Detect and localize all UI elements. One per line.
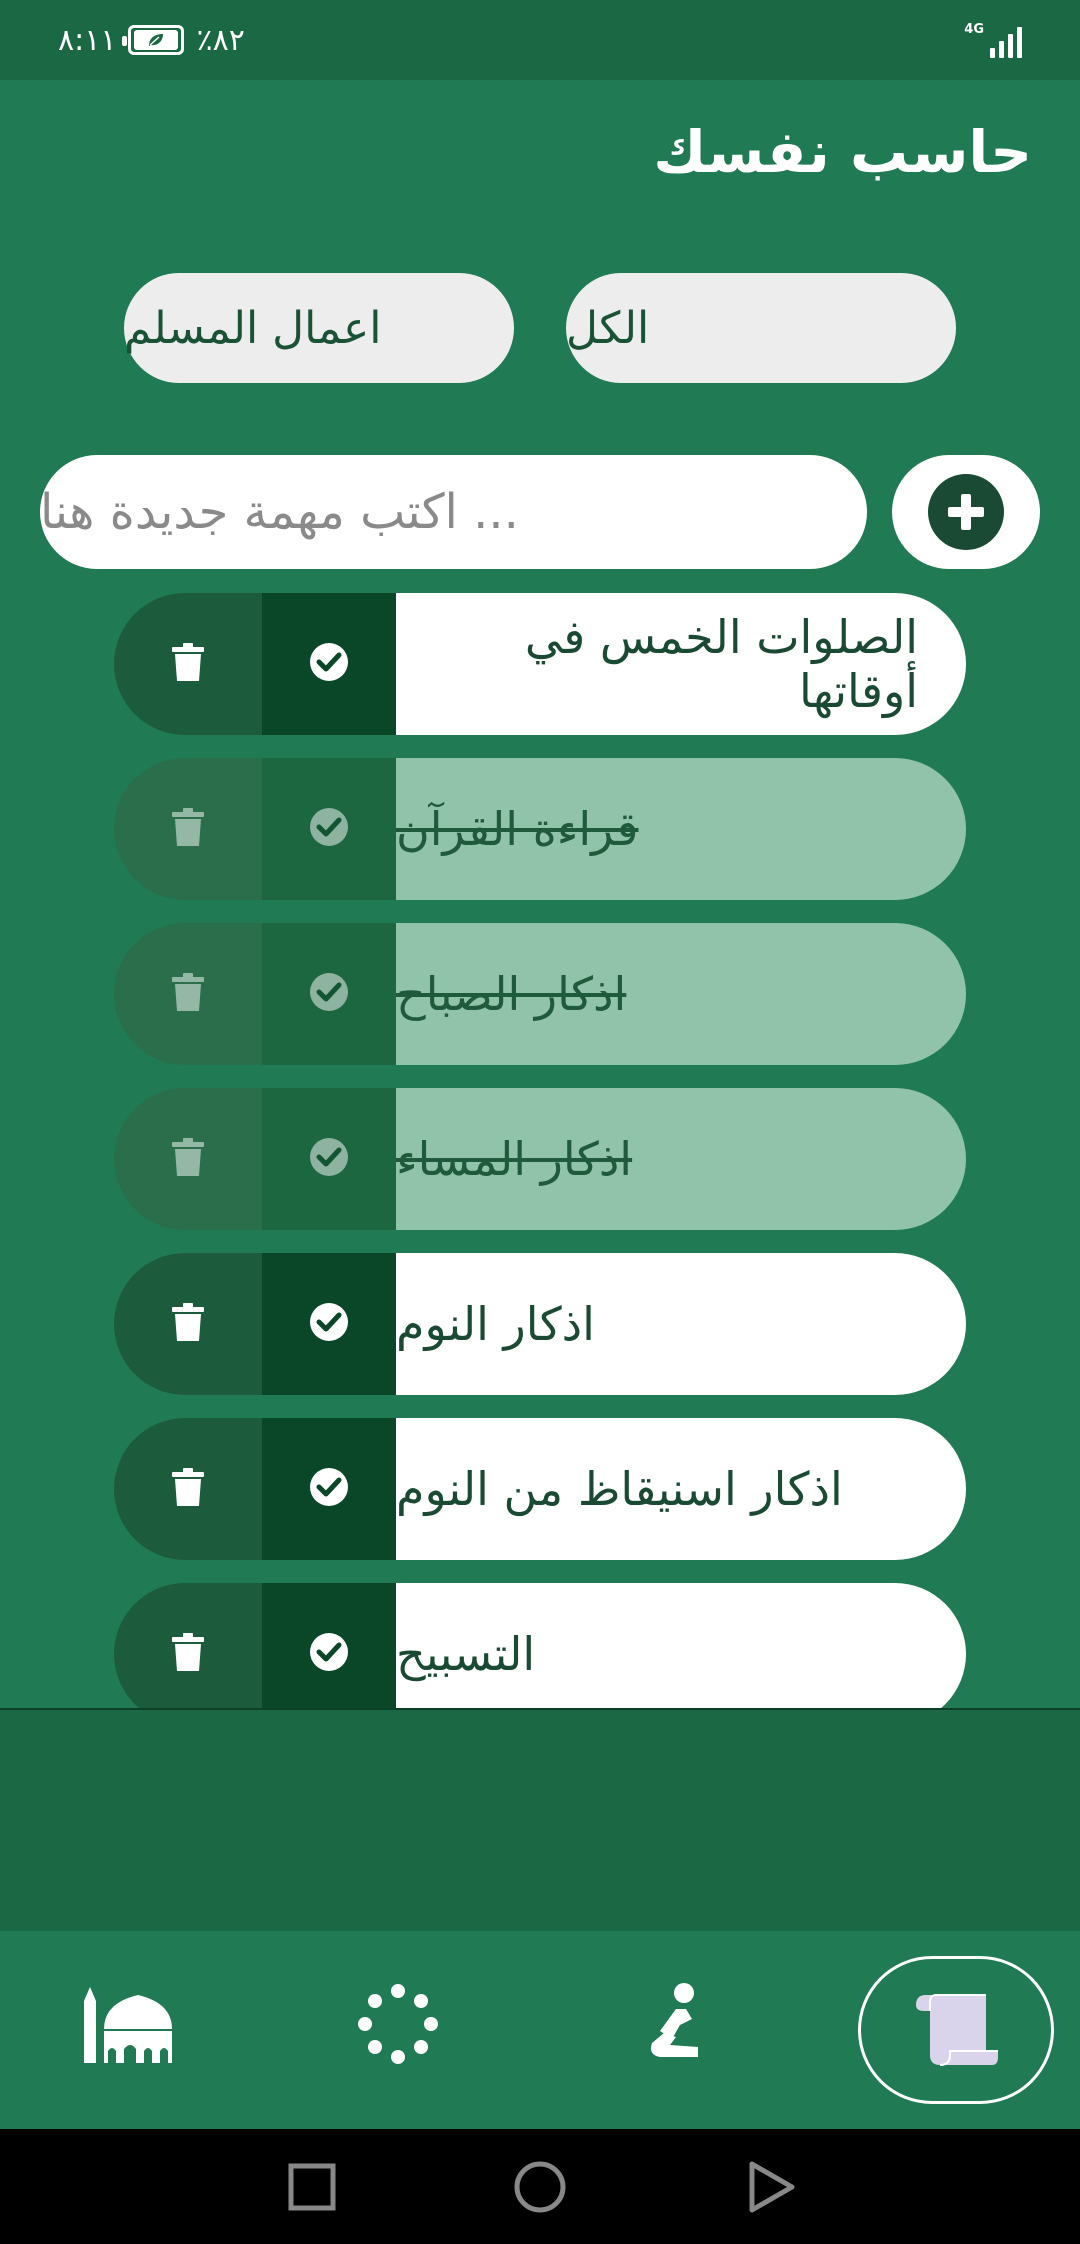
delete-task-button[interactable] <box>114 923 262 1065</box>
task-label: الصلوات الخمس في أوقاتها <box>396 593 966 735</box>
check-circle-icon <box>308 641 350 687</box>
task-list: الصلوات الخمس في أوقاتها قراءة القرآن اذكا… <box>0 593 1080 1708</box>
trash-icon <box>171 642 205 686</box>
battery-percent: ٪٨٢ <box>196 22 245 58</box>
trash-icon <box>171 1137 205 1181</box>
recent-apps-button[interactable] <box>282 2157 342 2217</box>
check-circle-icon <box>308 1136 350 1182</box>
status-time: ٨:١١ <box>58 22 117 58</box>
delete-task-button[interactable] <box>114 758 262 900</box>
check-circle-icon <box>308 971 350 1017</box>
page-title: حاسب نفسك <box>653 118 1032 186</box>
filter-muslim-deeds-button[interactable]: اعمال المسلم <box>124 273 514 383</box>
task-row[interactable]: التسبيح <box>114 1583 966 1708</box>
bottom-nav <box>0 1931 1080 2129</box>
network-type: 4G <box>964 22 984 37</box>
trash-icon <box>171 807 205 851</box>
task-row[interactable]: الصلوات الخمس في أوقاتها <box>114 593 966 735</box>
prayer-icon <box>640 1979 710 2073</box>
complete-task-button[interactable] <box>262 1088 396 1230</box>
trash-icon <box>171 972 205 1016</box>
trash-icon <box>171 1632 205 1676</box>
back-button[interactable] <box>742 2157 802 2217</box>
task-row[interactable]: اذكار الصباح <box>114 923 966 1065</box>
task-label: اذكار النوم <box>396 1253 966 1395</box>
complete-task-button[interactable] <box>262 1418 396 1560</box>
check-circle-icon <box>308 1631 350 1677</box>
task-label: اذكار المساء <box>396 1088 966 1230</box>
check-circle-icon <box>308 806 350 852</box>
status-bar: ٨:١١ ٪٨٢ 4G <box>0 0 1080 80</box>
task-label: قراءة القرآن <box>396 758 966 900</box>
home-button[interactable] <box>510 2157 570 2217</box>
complete-task-button[interactable] <box>262 593 396 735</box>
system-nav-bar <box>0 2129 1080 2244</box>
task-label: اذكار اسنيقاظ من النوم <box>396 1418 966 1560</box>
delete-task-button[interactable] <box>114 1583 262 1708</box>
nav-tasbih-button[interactable] <box>318 1961 478 2091</box>
mosque-icon <box>80 1979 180 2073</box>
complete-task-button[interactable] <box>262 758 396 900</box>
task-row[interactable]: اذكار المساء <box>114 1088 966 1230</box>
complete-task-button[interactable] <box>262 923 396 1065</box>
complete-task-button[interactable] <box>262 1253 396 1395</box>
delete-task-button[interactable] <box>114 1418 262 1560</box>
task-label: التسبيح <box>396 1583 966 1708</box>
task-row[interactable]: اذكار النوم <box>114 1253 966 1395</box>
filter-all-button[interactable]: الكل <box>566 273 956 383</box>
nav-mosque-button[interactable] <box>50 1961 210 2091</box>
complete-task-button[interactable] <box>262 1583 396 1708</box>
tasbih-icon <box>353 1979 443 2073</box>
bottom-panel <box>0 1708 1080 1931</box>
signal-indicator: 4G <box>964 22 1022 58</box>
signal-bar <box>1008 34 1013 58</box>
delete-task-button[interactable] <box>114 593 262 735</box>
task-row[interactable]: اذكار اسنيقاظ من النوم <box>114 1418 966 1560</box>
scroll-icon <box>906 1983 1006 2077</box>
signal-bar <box>1017 27 1022 58</box>
status-left: ٨:١١ ٪٨٢ <box>58 20 245 60</box>
battery-icon <box>122 25 185 55</box>
nav-prayer-button[interactable] <box>595 1961 755 2091</box>
check-circle-icon <box>308 1301 350 1347</box>
delete-task-button[interactable] <box>114 1088 262 1230</box>
nav-tasks-button[interactable] <box>858 1956 1054 2104</box>
check-circle-icon <box>308 1466 350 1512</box>
task-row[interactable]: قراءة القرآن <box>114 758 966 900</box>
add-task-button[interactable] <box>892 455 1040 569</box>
trash-icon <box>171 1467 205 1511</box>
trash-icon <box>171 1302 205 1346</box>
task-label: اذكار الصباح <box>396 923 966 1065</box>
signal-bar <box>999 41 1004 58</box>
new-task-input[interactable]: ... اكتب مهمة جديدة هنا <box>40 455 867 569</box>
plus-circle-icon <box>928 474 1004 550</box>
signal-bar <box>990 48 995 58</box>
delete-task-button[interactable] <box>114 1253 262 1395</box>
